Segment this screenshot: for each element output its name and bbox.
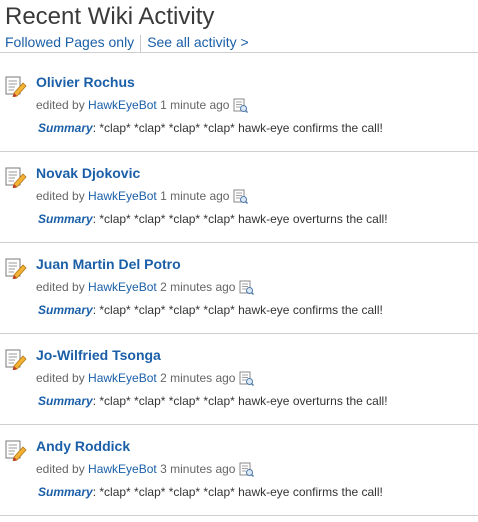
summary-label: Summary — [38, 212, 93, 226]
edited-by-text: edited by — [36, 462, 85, 476]
filter-separator — [140, 34, 142, 52]
page-edit-icon — [5, 76, 27, 97]
user-link[interactable]: HawkEyeBot — [88, 280, 157, 294]
user-link[interactable]: HawkEyeBot — [88, 462, 157, 476]
user-link[interactable]: HawkEyeBot — [88, 98, 157, 112]
edit-meta: edited by HawkEyeBot 1 minute ago — [36, 98, 249, 113]
page-title-link[interactable]: Novak Djokovic — [36, 165, 140, 182]
edit-time: 2 minutes ago — [160, 371, 236, 385]
item-divider — [0, 242, 478, 243]
page-edit-icon — [5, 349, 27, 370]
summary-text: : *clap* *clap* *clap* *clap* hawk-eye c… — [92, 303, 383, 317]
followed-pages-only-link[interactable]: Followed Pages only — [5, 34, 134, 50]
edit-meta: edited by HawkEyeBot 3 minutes ago — [36, 462, 255, 477]
activity-item: Andy Roddick edited by HawkEyeBot 3 minu… — [0, 430, 478, 521]
activity-item: Olivier Rochus edited by HawkEyeBot 1 mi… — [0, 66, 478, 157]
diff-icon[interactable] — [239, 371, 255, 386]
recent-wiki-activity-widget: Recent Wiki Activity Followed Pages only… — [0, 0, 478, 522]
edit-summary: Summary: *clap* *clap* *clap* *clap* haw… — [38, 121, 383, 136]
item-divider — [0, 515, 478, 516]
edited-by-text: edited by — [36, 371, 85, 385]
activity-filters: Followed Pages only See all activity > — [5, 33, 249, 52]
edit-time: 2 minutes ago — [160, 280, 236, 294]
edit-summary: Summary: *clap* *clap* *clap* *clap* haw… — [38, 303, 383, 318]
activity-item: Juan Martin Del Potro edited by HawkEyeB… — [0, 248, 478, 339]
page-edit-icon — [5, 167, 27, 188]
diff-icon[interactable] — [239, 280, 255, 295]
summary-text: : *clap* *clap* *clap* *clap* hawk-eye c… — [92, 121, 383, 135]
summary-label: Summary — [38, 121, 93, 135]
see-all-activity-link[interactable]: See all activity > — [147, 34, 249, 50]
summary-text: : *clap* *clap* *clap* *clap* hawk-eye o… — [92, 394, 388, 408]
edit-meta: edited by HawkEyeBot 2 minutes ago — [36, 280, 255, 295]
diff-icon[interactable] — [239, 462, 255, 477]
page-title-link[interactable]: Juan Martin Del Potro — [36, 256, 181, 273]
activity-item: Jo-Wilfried Tsonga edited by HawkEyeBot … — [0, 339, 478, 430]
edit-summary: Summary: *clap* *clap* *clap* *clap* haw… — [38, 212, 388, 227]
edit-summary: Summary: *clap* *clap* *clap* *clap* haw… — [38, 485, 383, 500]
diff-icon[interactable] — [233, 189, 249, 204]
edit-time: 1 minute ago — [160, 189, 230, 203]
activity-item: Novak Djokovic edited by HawkEyeBot 1 mi… — [0, 157, 478, 248]
item-divider — [0, 333, 478, 334]
summary-label: Summary — [38, 485, 93, 499]
edited-by-text: edited by — [36, 98, 85, 112]
page-title-link[interactable]: Jo-Wilfried Tsonga — [36, 347, 161, 364]
diff-icon[interactable] — [233, 98, 249, 113]
page-edit-icon — [5, 258, 27, 279]
summary-text: : *clap* *clap* *clap* *clap* hawk-eye o… — [92, 212, 388, 226]
user-link[interactable]: HawkEyeBot — [88, 189, 157, 203]
page-edit-icon — [5, 440, 27, 461]
summary-label: Summary — [38, 303, 93, 317]
summary-text: : *clap* *clap* *clap* *clap* hawk-eye c… — [92, 485, 383, 499]
edited-by-text: edited by — [36, 189, 85, 203]
edit-meta: edited by HawkEyeBot 1 minute ago — [36, 189, 249, 204]
user-link[interactable]: HawkEyeBot — [88, 371, 157, 385]
edit-summary: Summary: *clap* *clap* *clap* *clap* haw… — [38, 394, 388, 409]
item-divider — [0, 424, 478, 425]
page-title-link[interactable]: Andy Roddick — [36, 438, 130, 455]
edit-meta: edited by HawkEyeBot 2 minutes ago — [36, 371, 255, 386]
widget-title: Recent Wiki Activity — [5, 3, 215, 30]
item-divider — [0, 151, 478, 152]
header-divider — [0, 52, 478, 53]
edit-time: 1 minute ago — [160, 98, 230, 112]
summary-label: Summary — [38, 394, 93, 408]
edited-by-text: edited by — [36, 280, 85, 294]
page-title-link[interactable]: Olivier Rochus — [36, 74, 135, 91]
edit-time: 3 minutes ago — [160, 462, 236, 476]
